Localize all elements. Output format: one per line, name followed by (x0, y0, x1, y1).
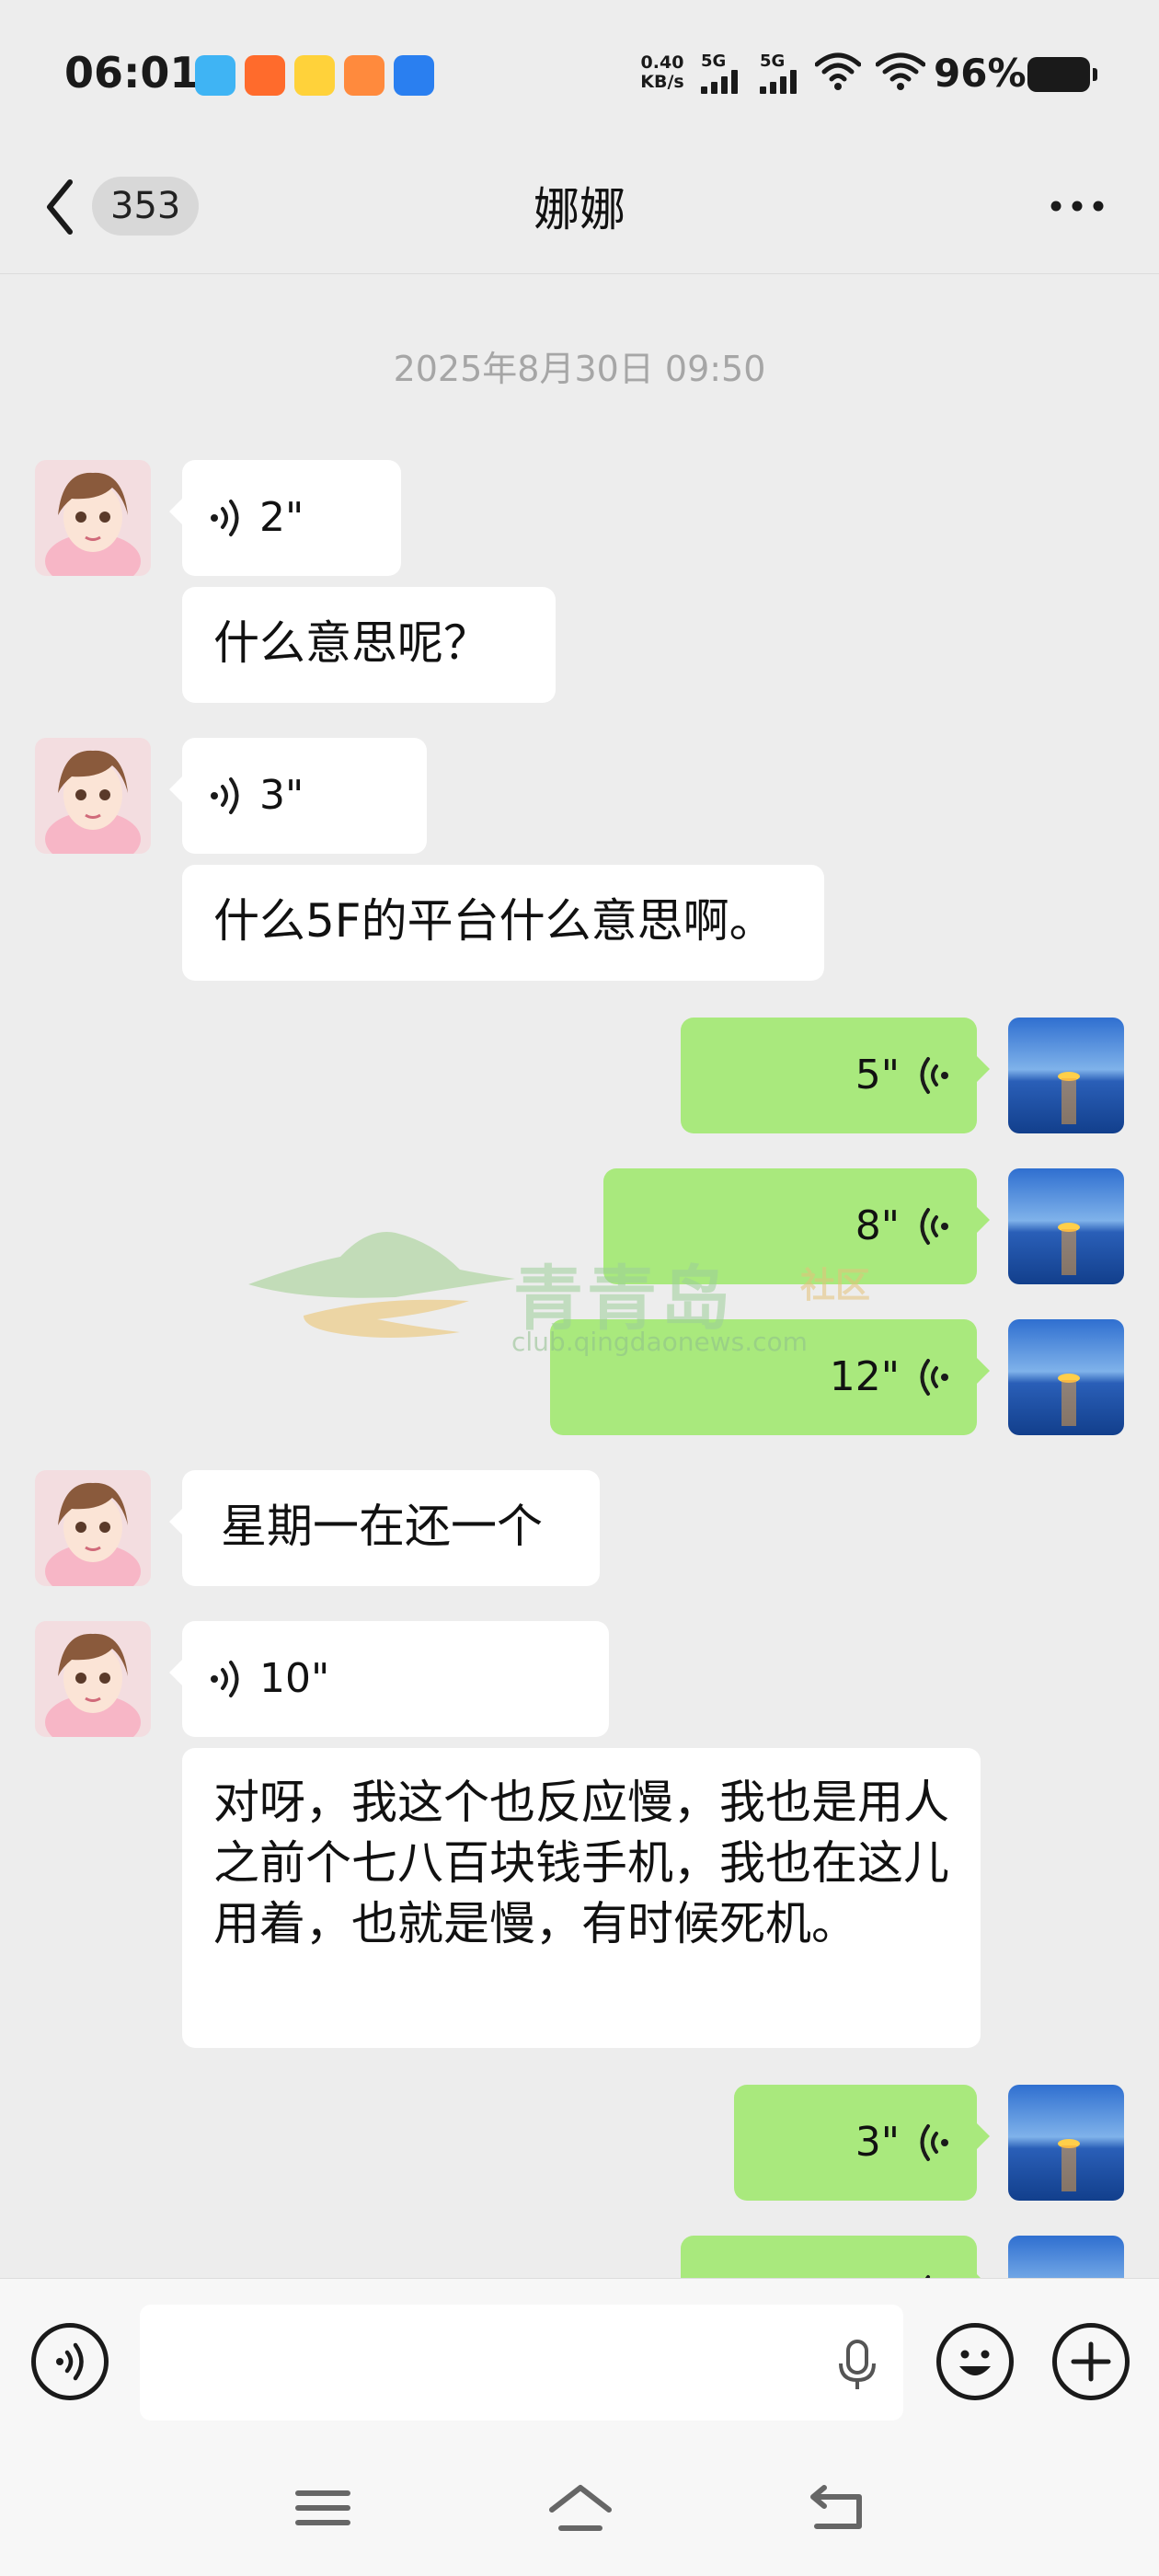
voice-duration: 5" (855, 1052, 900, 1098)
system-nav-bar (0, 2434, 1159, 2576)
voice-wave-icon (211, 1661, 239, 1697)
app-notification-icon (195, 55, 235, 96)
plus-icon (1071, 2341, 1111, 2382)
watermark-url: club.qingdaonews.com (511, 1327, 808, 1357)
back-nav-icon[interactable] (806, 2482, 870, 2534)
contact-avatar[interactable] (35, 738, 151, 854)
voice-wave-icon (920, 2124, 948, 2161)
voice-message[interactable]: 10" (169, 1621, 609, 1737)
wifi-icon (876, 52, 925, 90)
message-text: 星期一在还一个 (221, 1500, 543, 1553)
voice-duration: 2" (259, 494, 304, 541)
watermark-logo (248, 1232, 515, 1338)
message-text: 什么意思呢？ (213, 616, 489, 670)
voice-wave-icon (920, 1359, 948, 1396)
text-message[interactable]: 什么5F的平台什么意思啊。 (182, 865, 824, 981)
my-avatar[interactable] (1008, 1018, 1124, 1133)
battery-icon (1027, 57, 1097, 92)
wifi-icon (815, 52, 861, 90)
contact-avatar[interactable] (35, 1470, 151, 1586)
menu-icon[interactable] (291, 2482, 355, 2534)
home-icon[interactable] (548, 2482, 613, 2534)
voice-input-toggle-button[interactable] (31, 2323, 109, 2400)
contact-avatar[interactable] (35, 460, 151, 576)
network-speed: 0.40 KB/s (635, 53, 690, 92)
input-bar (0, 2278, 1159, 2434)
my-avatar[interactable] (1008, 1319, 1124, 1435)
message-text: 对呀，我这个也反应慢，我也是用人之前个七八百块钱手机，我也在这儿用着，也就是慢，… (213, 1776, 949, 1950)
app-notification-icon (394, 55, 434, 96)
microphone-icon[interactable] (837, 2340, 878, 2391)
voice-message[interactable]: 3" (169, 738, 427, 854)
text-message[interactable]: 对呀，我这个也反应慢，我也是用人之前个七八百块钱手机，我也在这儿用着，也就是慢，… (182, 1748, 981, 2048)
message-timestamp: 2025年8月30日 09:50 (393, 349, 766, 389)
voice-wave-icon (56, 2342, 84, 2381)
message-text: 什么5F的平台什么意思啊。 (213, 894, 775, 948)
more-options-icon[interactable] (1045, 188, 1109, 224)
my-avatar[interactable] (1008, 2085, 1124, 2201)
battery-percent: 96% (934, 51, 1027, 96)
voice-wave-icon (211, 500, 239, 536)
emoji-icon (959, 2350, 991, 2375)
watermark: 青青岛 社区 club.qingdaonews.com (248, 1224, 911, 1371)
app-notification-icon (344, 55, 384, 96)
app-notification-icon (245, 55, 285, 96)
emoji-button[interactable] (936, 2323, 1014, 2400)
network-speed-unit: KB/s (640, 72, 684, 92)
network-speed-value: 0.40 (640, 52, 684, 73)
status-bar: 06:01 0.40 KB/s 5G 5G 96% (0, 0, 1159, 138)
voice-message[interactable] (681, 2236, 990, 2278)
chat-header: 353 娜娜 (0, 138, 1159, 274)
voice-wave-icon (211, 777, 239, 814)
network-type: 5G (760, 52, 786, 71)
status-time: 06:01 (64, 48, 200, 98)
back-icon[interactable] (42, 175, 79, 239)
voice-wave-icon (920, 1057, 948, 1094)
my-avatar[interactable] (1008, 2236, 1124, 2278)
voice-duration: 3" (855, 2119, 900, 2166)
voice-message[interactable]: 2" (169, 460, 401, 576)
text-message[interactable]: 星期一在还一个 (169, 1470, 600, 1586)
text-message[interactable]: 什么意思呢？ (182, 587, 556, 703)
chat-title: 娜娜 (534, 183, 625, 236)
watermark-sub: 社区 (800, 1265, 871, 1305)
voice-wave-icon (920, 1208, 948, 1245)
network-type: 5G (701, 52, 727, 71)
my-avatar[interactable] (1008, 1168, 1124, 1284)
unread-count-badge[interactable]: 353 (92, 177, 200, 236)
voice-message[interactable]: 5" (681, 1018, 990, 1133)
voice-duration: 3" (259, 772, 304, 819)
message-input[interactable] (140, 2305, 903, 2421)
voice-duration: 10" (259, 1655, 330, 1702)
add-attachment-button[interactable] (1052, 2323, 1130, 2400)
notification-icons (195, 55, 434, 96)
voice-message[interactable]: 3" (734, 2085, 990, 2201)
contact-avatar[interactable] (35, 1621, 151, 1737)
app-notification-icon (294, 55, 335, 96)
